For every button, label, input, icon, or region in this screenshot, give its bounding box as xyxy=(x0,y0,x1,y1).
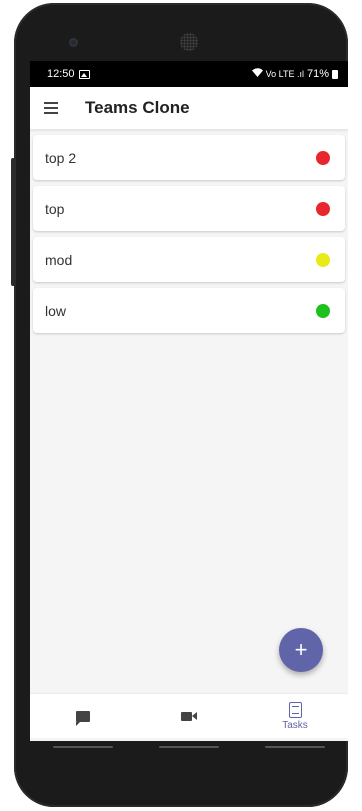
system-gesture-bar xyxy=(30,741,348,753)
menu-icon[interactable] xyxy=(44,102,58,114)
nav-tasks-label: Tasks xyxy=(282,719,308,731)
add-task-button[interactable]: + xyxy=(279,628,323,672)
phone-side-button xyxy=(11,158,15,286)
nav-chat[interactable] xyxy=(48,694,118,738)
task-label: top xyxy=(45,200,65,217)
status-right: Vo LTE .ıl 71% xyxy=(251,68,338,80)
nav-video[interactable] xyxy=(154,694,224,738)
nav-tasks[interactable]: Tasks xyxy=(260,694,330,738)
task-label: top 2 xyxy=(45,149,77,166)
status-bar: 12:50 Vo LTE .ıl 71% xyxy=(30,61,348,87)
earpiece-speaker xyxy=(180,33,198,51)
task-list: top 2 top mod low xyxy=(30,130,348,344)
task-card[interactable]: mod xyxy=(33,237,345,282)
tasks-icon xyxy=(288,701,302,718)
task-card[interactable]: top 2 xyxy=(33,135,345,180)
status-left: 12:50 xyxy=(47,68,90,80)
priority-dot xyxy=(316,150,330,165)
chat-icon xyxy=(76,710,90,726)
app-title: Teams Clone xyxy=(85,98,190,117)
status-time: 12:50 xyxy=(47,68,75,80)
task-label: low xyxy=(45,302,67,319)
app-screen: 12:50 Vo LTE .ıl 71% Teams Clone top 2 t… xyxy=(30,61,348,741)
image-notification-icon xyxy=(78,69,90,79)
task-card[interactable]: low xyxy=(33,288,345,333)
front-camera xyxy=(69,38,78,47)
wifi-icon xyxy=(251,68,263,80)
battery-percent: 71% xyxy=(306,68,329,80)
network-indicators: Vo LTE .ıl xyxy=(265,69,304,79)
battery-icon xyxy=(332,69,338,79)
task-card[interactable]: top xyxy=(33,186,345,231)
bottom-navigation: Tasks xyxy=(30,693,348,738)
priority-dot xyxy=(316,201,330,216)
priority-dot xyxy=(316,303,330,318)
priority-dot xyxy=(316,252,330,267)
task-label: mod xyxy=(45,251,73,268)
app-bar: Teams Clone xyxy=(30,87,348,130)
video-camera-icon xyxy=(181,711,197,721)
